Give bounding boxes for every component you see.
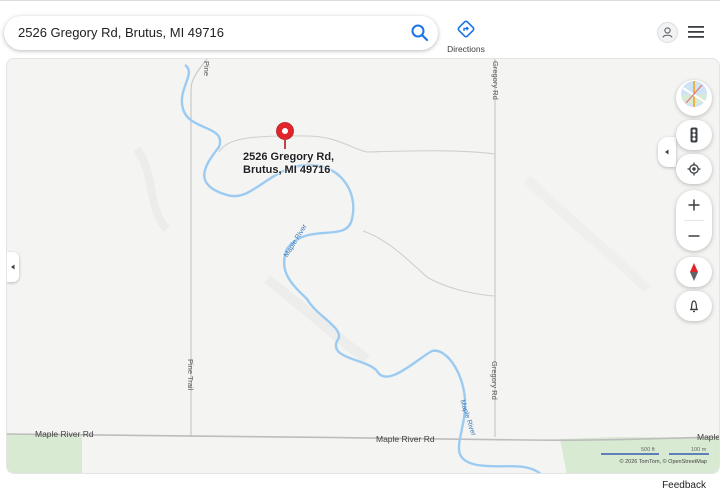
street-view-button[interactable]	[676, 291, 712, 321]
scale-bar-imperial	[601, 453, 659, 455]
park-area-left	[7, 434, 82, 473]
layers-button[interactable]	[676, 80, 712, 116]
road-label-gregory-top: Gregory Rd	[491, 61, 500, 100]
collapse-side-panel-button[interactable]	[7, 252, 19, 282]
maple-river	[180, 64, 542, 473]
place-label[interactable]: 2526 Gregory Rd, Brutus, MI 49716	[243, 151, 334, 176]
zoom-controls	[676, 190, 712, 251]
road-label-pine-trail: Pine Trail	[186, 359, 195, 391]
scale-bar-metric	[669, 453, 709, 455]
compass-icon	[676, 257, 712, 287]
compass-button[interactable]	[676, 257, 712, 287]
map-scale[interactable]: 500 ft 100 m	[599, 447, 713, 455]
person-icon[interactable]	[657, 22, 678, 43]
side-track	[362, 230, 496, 297]
expand-panel-button[interactable]	[658, 137, 676, 167]
search-icon[interactable]	[410, 23, 430, 43]
my-location-button[interactable]	[676, 154, 712, 184]
plus-icon[interactable]	[676, 190, 712, 220]
road-label-maple-river-right: Maple Ri	[697, 432, 720, 442]
directions-button[interactable]: Directions	[446, 20, 486, 54]
road-label-pine-top: Pine	[202, 61, 211, 77]
road-label-maple-river-left: Maple River Rd	[35, 429, 94, 439]
pegman-icon	[676, 291, 712, 321]
top-bar: 2526 Gregory Rd, Brutus, MI 49716 Direct…	[0, 0, 720, 58]
search-input[interactable]: 2526 Gregory Rd, Brutus, MI 49716	[18, 25, 224, 40]
my-location-icon	[676, 154, 712, 184]
road-label-maple-river-mid: Maple River Rd	[376, 434, 435, 444]
layers-icon	[680, 80, 708, 108]
hamburger-menu-icon[interactable]	[688, 25, 704, 39]
directions-label: Directions	[447, 44, 485, 54]
map-base-layer	[7, 59, 719, 473]
search-box[interactable]: 2526 Gregory Rd, Brutus, MI 49716	[4, 16, 438, 50]
maple-river-road	[7, 433, 719, 442]
traffic-button[interactable]	[676, 120, 712, 150]
map-pin-icon[interactable]	[275, 122, 295, 150]
place-label-line1: 2526 Gregory Rd,	[243, 151, 335, 163]
traffic-light-icon	[676, 120, 712, 150]
map-canvas[interactable]: Pine Gregory Rd Pine Trail Gregory Rd Ma…	[6, 58, 720, 474]
minus-icon[interactable]	[676, 221, 712, 251]
feedback-link[interactable]: Feedback	[662, 480, 706, 490]
map-attribution[interactable]: © 2026 TomTom, © OpenStreetMap	[620, 459, 708, 465]
chevron-left-icon	[665, 149, 669, 155]
map-controls	[676, 76, 712, 321]
directions-icon	[457, 20, 475, 42]
road-label-gregory-rd: Gregory Rd	[490, 361, 499, 400]
place-label-line2: Brutus, MI 49716	[243, 163, 331, 176]
chevron-left-icon	[11, 264, 15, 270]
park-area-right	[560, 437, 719, 473]
